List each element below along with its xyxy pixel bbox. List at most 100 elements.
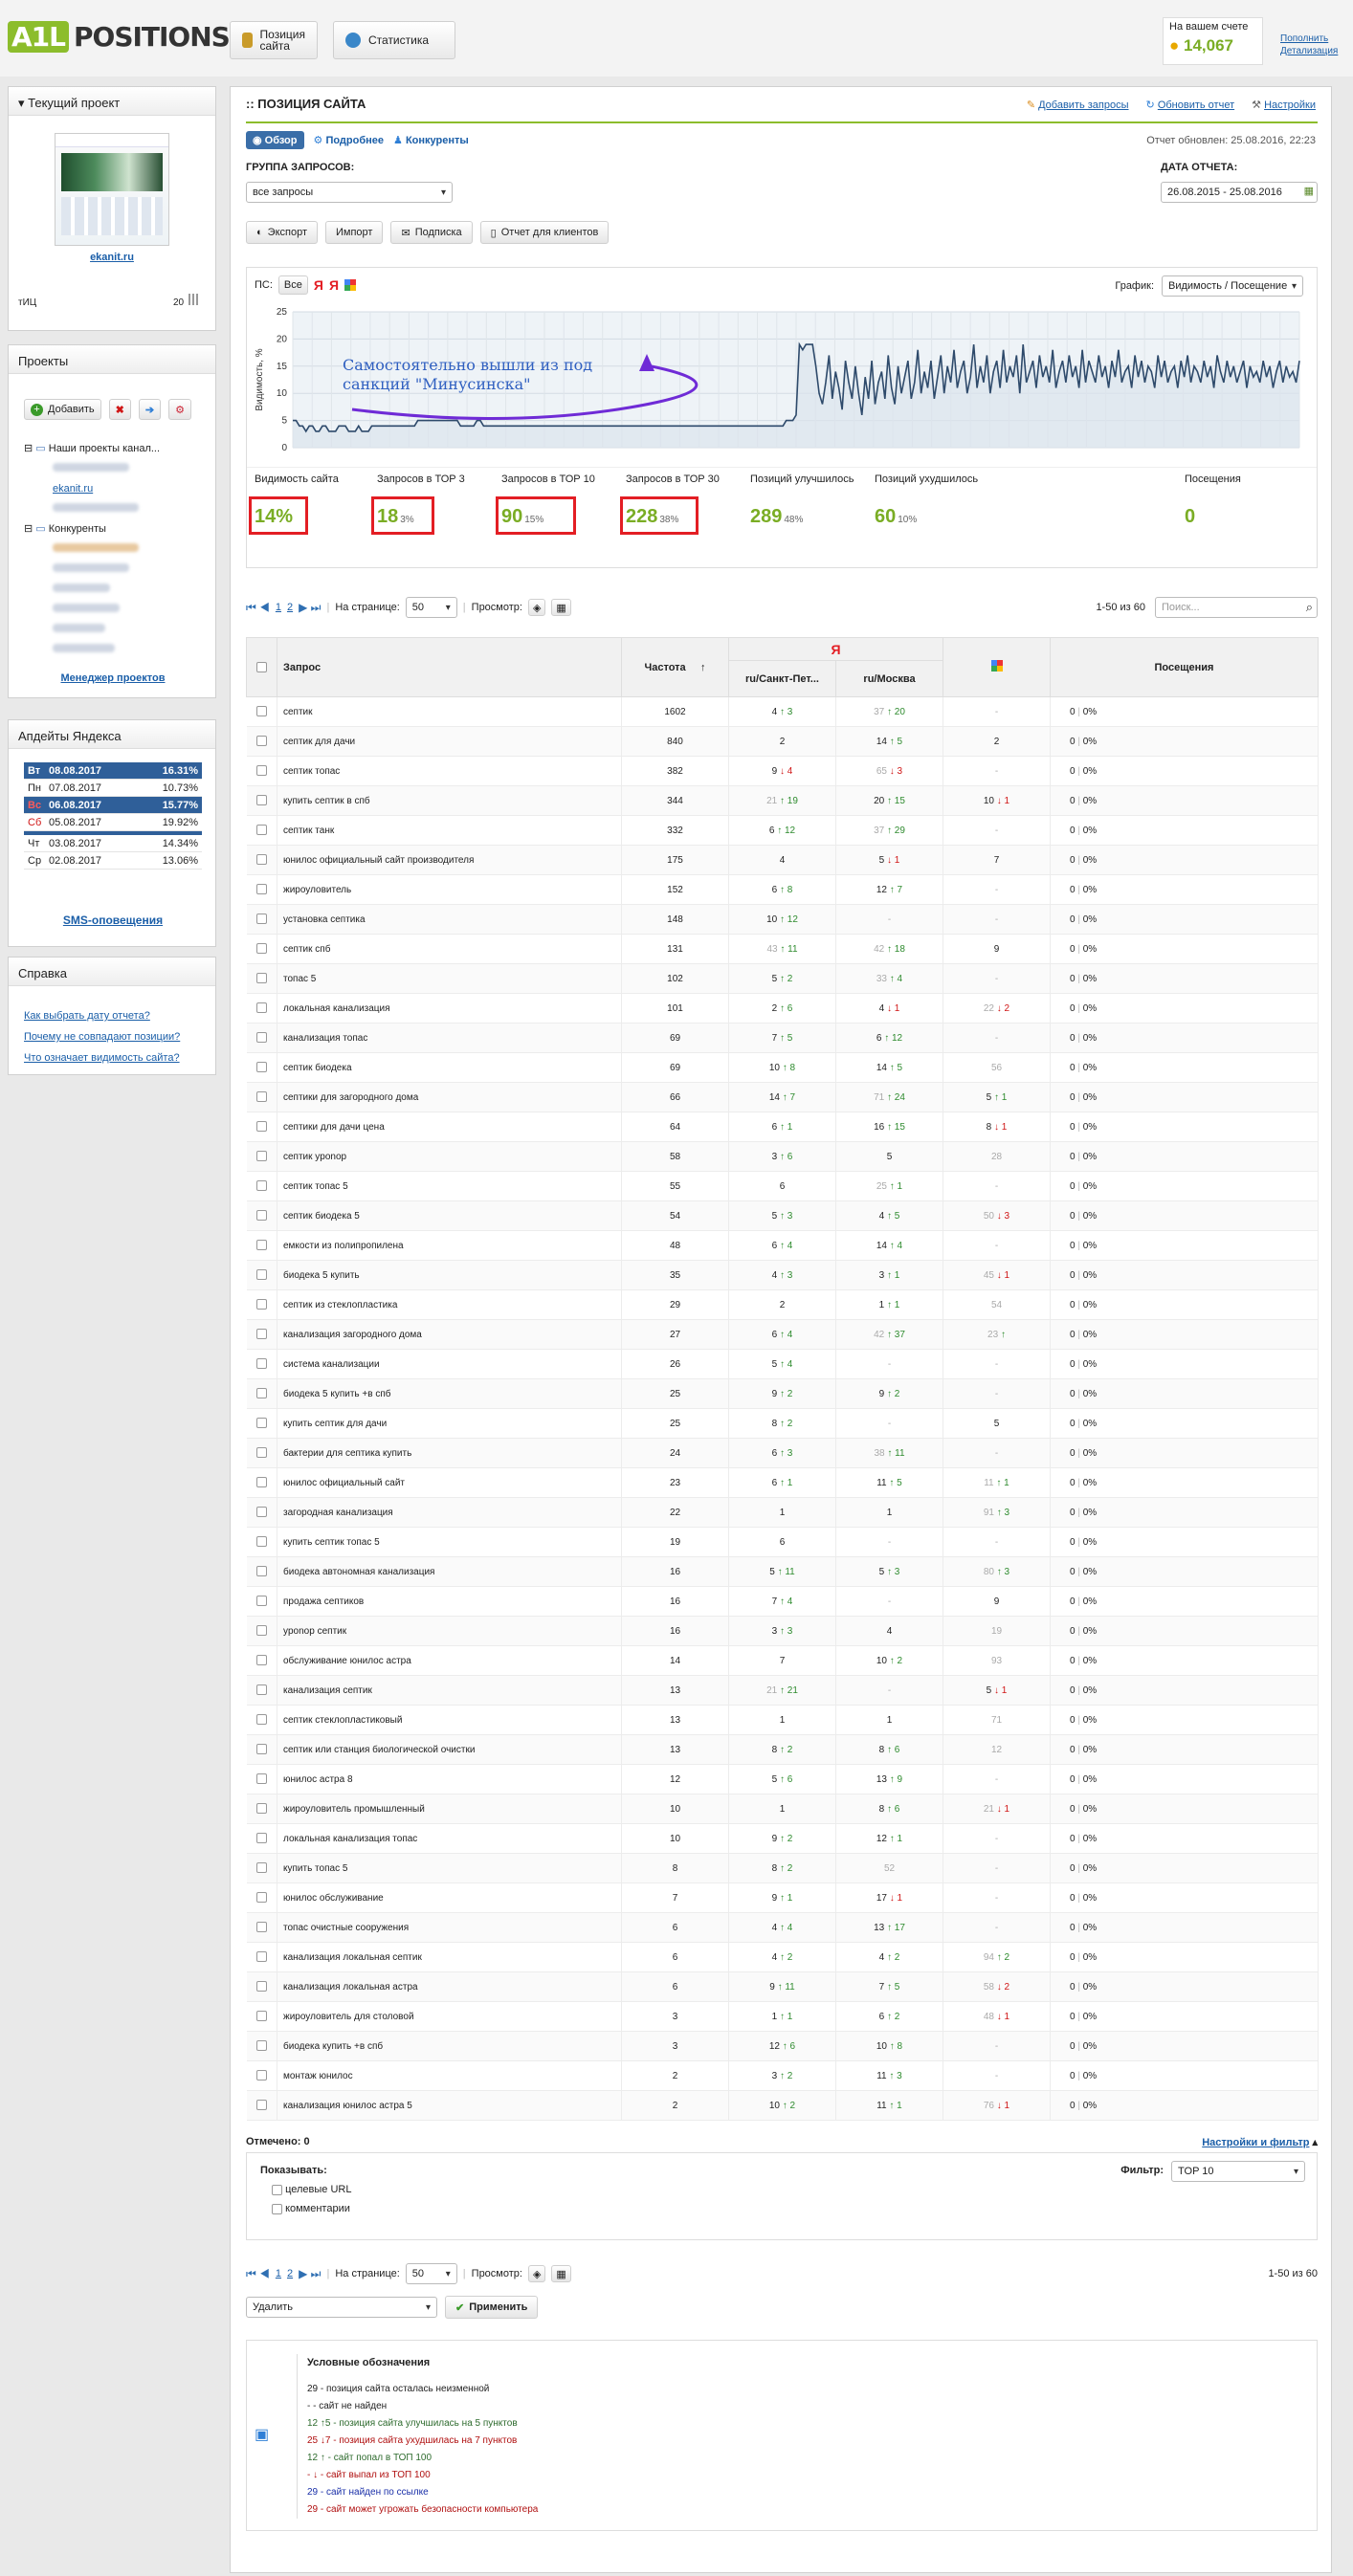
row-checkbox[interactable] [255, 1507, 267, 1518]
refresh-report-link[interactable]: ↻ Обновить отчет [1146, 99, 1235, 111]
visits-column-header[interactable]: Посещения [1050, 637, 1319, 697]
help-link-visibility[interactable]: Что означает видимость сайта? [24, 1052, 180, 1064]
row-checkbox[interactable] [255, 1240, 267, 1251]
row-checkbox[interactable] [255, 1062, 267, 1073]
row-checkbox-cell[interactable] [246, 1230, 277, 1261]
project-manager-link[interactable]: Менеджер проектов [60, 672, 165, 684]
row-checkbox[interactable] [255, 884, 267, 895]
row-checkbox-cell[interactable] [246, 1645, 277, 1676]
competitor-blurred-3[interactable] [24, 580, 160, 600]
row-checkbox-cell[interactable] [246, 1971, 277, 2002]
row-checkbox[interactable] [255, 706, 267, 717]
row-checkbox-cell[interactable] [246, 2090, 277, 2121]
row-checkbox[interactable] [255, 736, 267, 747]
table-row[interactable]: купить топас 588 ↑ 2 52-0 | 0% [246, 1853, 1319, 1883]
yandex-icon[interactable]: Я [314, 277, 323, 293]
import-button[interactable]: Импорт [325, 221, 384, 244]
select-all-header[interactable] [246, 637, 277, 697]
site-link[interactable]: ekanit.ru [90, 252, 134, 263]
option-target-urls[interactable]: целевые URL [272, 2184, 351, 2195]
table-row[interactable]: биодека 5 купить +в спб 25 9 ↑ 29 ↑ 2-0 | … [246, 1378, 1319, 1409]
pager-next-icons[interactable]: ▶ ⏭ [299, 601, 321, 615]
search-icon[interactable]: ⌕ [1306, 600, 1313, 615]
subscribe-button[interactable]: ✉ Подписка [390, 221, 473, 244]
table-row[interactable]: канализация загородного дома 27 6 ↑ 4 42 ↑ … [246, 1319, 1319, 1350]
tab-statistics[interactable]: Статистика [333, 21, 455, 59]
sms-alerts-link[interactable]: SMS-оповещения [63, 914, 163, 927]
table-row[interactable]: септик или станция биологической очистки… [246, 1734, 1319, 1765]
row-checkbox[interactable] [255, 1981, 267, 1993]
tree-root-item[interactable]: ⊟ ▭ Наши проекты канал... [24, 439, 160, 459]
row-checkbox-cell[interactable] [246, 1556, 277, 1587]
row-checkbox[interactable] [255, 1655, 267, 1666]
apply-button[interactable]: ✔ Применить [445, 2296, 539, 2319]
row-checkbox-cell[interactable] [246, 1023, 277, 1053]
row-checkbox[interactable] [255, 1922, 267, 1933]
row-checkbox[interactable] [255, 1833, 267, 1844]
table-row[interactable]: септик спб 131 43 ↑ 11 42 ↑ 18 9 0 | 0% [246, 934, 1319, 964]
table-row[interactable]: септик танк 332 6 ↑ 12 37 ↑ 29-0 | 0% [246, 815, 1319, 846]
topup-link[interactable]: Пополнить [1280, 33, 1328, 44]
group-select[interactable]: все запросы [246, 182, 453, 203]
row-checkbox-cell[interactable] [246, 1616, 277, 1646]
row-checkbox[interactable] [255, 825, 267, 836]
export-button[interactable]: ◐ Экспорт [246, 221, 318, 244]
yandex-icon-2[interactable]: Я [329, 277, 339, 293]
tree-blurred-site-1[interactable] [24, 459, 160, 479]
row-checkbox[interactable] [255, 973, 267, 984]
settings-filter-toggle[interactable]: Настройки и фильтр ▴ [1202, 2136, 1318, 2148]
table-row[interactable]: септик биодека 69 10 ↑ 8 14 ↑ 5 56 0 | 0% [246, 1052, 1319, 1083]
row-checkbox-cell[interactable] [246, 785, 277, 816]
row-checkbox[interactable] [255, 1892, 267, 1904]
row-checkbox[interactable] [255, 2011, 267, 2022]
table-row[interactable]: септик из стеклопластика 29 2 1 ↑ 1 54 0 | 0% [246, 1289, 1319, 1320]
row-checkbox-cell[interactable] [246, 1734, 277, 1765]
view-toggle-2[interactable]: ▦ [551, 2265, 571, 2282]
table-row[interactable]: канализация септик 13 21 ↑ 21-5 ↓ 10 | 0% [246, 1675, 1319, 1706]
row-checkbox-cell[interactable] [246, 1794, 277, 1824]
table-row[interactable]: локальная канализация 101 2 ↑ 64 ↓ 1 22 ↓ 2… [246, 993, 1319, 1024]
tree-competitors-item[interactable]: ⊟ ▭ Конкуренты [24, 519, 160, 539]
table-row[interactable]: жироуловитель промышленный 10 1 8 ↑ 6 21 ↓ 1… [246, 1794, 1319, 1824]
table-row[interactable]: бактерии для септика купить 24 6 ↑ 3 38 ↑ 1… [246, 1438, 1319, 1468]
row-checkbox[interactable] [255, 1002, 267, 1014]
row-checkbox-cell[interactable] [246, 1823, 277, 1854]
row-checkbox-cell[interactable] [246, 1141, 277, 1172]
table-row[interactable]: септик уponop 58 3 ↑ 6 5 28 0 | 0% [246, 1141, 1319, 1172]
row-checkbox-cell[interactable] [246, 1289, 277, 1320]
table-row[interactable]: купить септик для дачи 25 8 ↑ 2-50 | 0% [246, 1408, 1319, 1439]
ps-all-button[interactable]: Все [277, 275, 308, 295]
row-checkbox-cell[interactable] [246, 1082, 277, 1112]
row-checkbox[interactable] [255, 1032, 267, 1044]
tab-positions[interactable]: Позиция сайта [230, 21, 318, 59]
table-row[interactable]: септик топас 5 55 6 25 ↑ 1-0 | 0% [246, 1171, 1319, 1201]
table-row[interactable]: септик для дачи 840 2 14 ↑ 520 | 0% [246, 726, 1319, 757]
row-checkbox-cell[interactable] [246, 2031, 277, 2061]
table-row[interactable]: топас 5 102 5 ↑ 2 33 ↑ 4-0 | 0% [246, 963, 1319, 994]
competitor-blurred-5[interactable] [24, 620, 160, 640]
add-project-button[interactable]: + Добавить [24, 399, 101, 420]
help-link-date[interactable]: Как выбрать дату отчета? [24, 1010, 150, 1022]
row-checkbox[interactable] [255, 765, 267, 777]
table-row[interactable]: биодека 5 купить 35 4 ↑ 33 ↑ 1 45 ↓ 10 | 0% [246, 1260, 1319, 1290]
row-checkbox[interactable] [255, 1447, 267, 1459]
row-checkbox[interactable] [255, 914, 267, 925]
row-checkbox[interactable] [255, 1744, 267, 1755]
table-row[interactable]: жироуловитель для столовой 3 1 ↑ 16 ↑ 2 48 … [246, 2001, 1319, 2032]
msk-column-header[interactable]: ru/Москва [835, 660, 943, 697]
row-checkbox-cell[interactable] [246, 1497, 277, 1528]
current-project-header[interactable]: ▾ Текущий проект [9, 87, 215, 116]
row-checkbox-cell[interactable] [246, 1378, 277, 1409]
spb-column-header[interactable]: ru/Санкт-Пет... [728, 660, 836, 697]
per-page-select[interactable]: 50 [405, 2263, 457, 2284]
delete-project-button[interactable]: ✖ [108, 399, 131, 420]
row-checkbox[interactable] [255, 1388, 267, 1399]
row-checkbox[interactable] [255, 943, 267, 955]
google-icon[interactable] [344, 279, 356, 291]
table-row[interactable]: топас очистные сооружения 6 4 ↑ 4 13 ↑ 17-0… [246, 1912, 1319, 1943]
per-page-select[interactable]: 50 [405, 597, 457, 618]
row-checkbox-cell[interactable] [246, 963, 277, 994]
row-checkbox-cell[interactable] [246, 756, 277, 786]
table-row[interactable]: купить септик в спб 344 21 ↑ 19 20 ↑ 15 10 ↓… [246, 785, 1319, 816]
tree-site-item[interactable]: ekanit.ru [24, 479, 160, 499]
